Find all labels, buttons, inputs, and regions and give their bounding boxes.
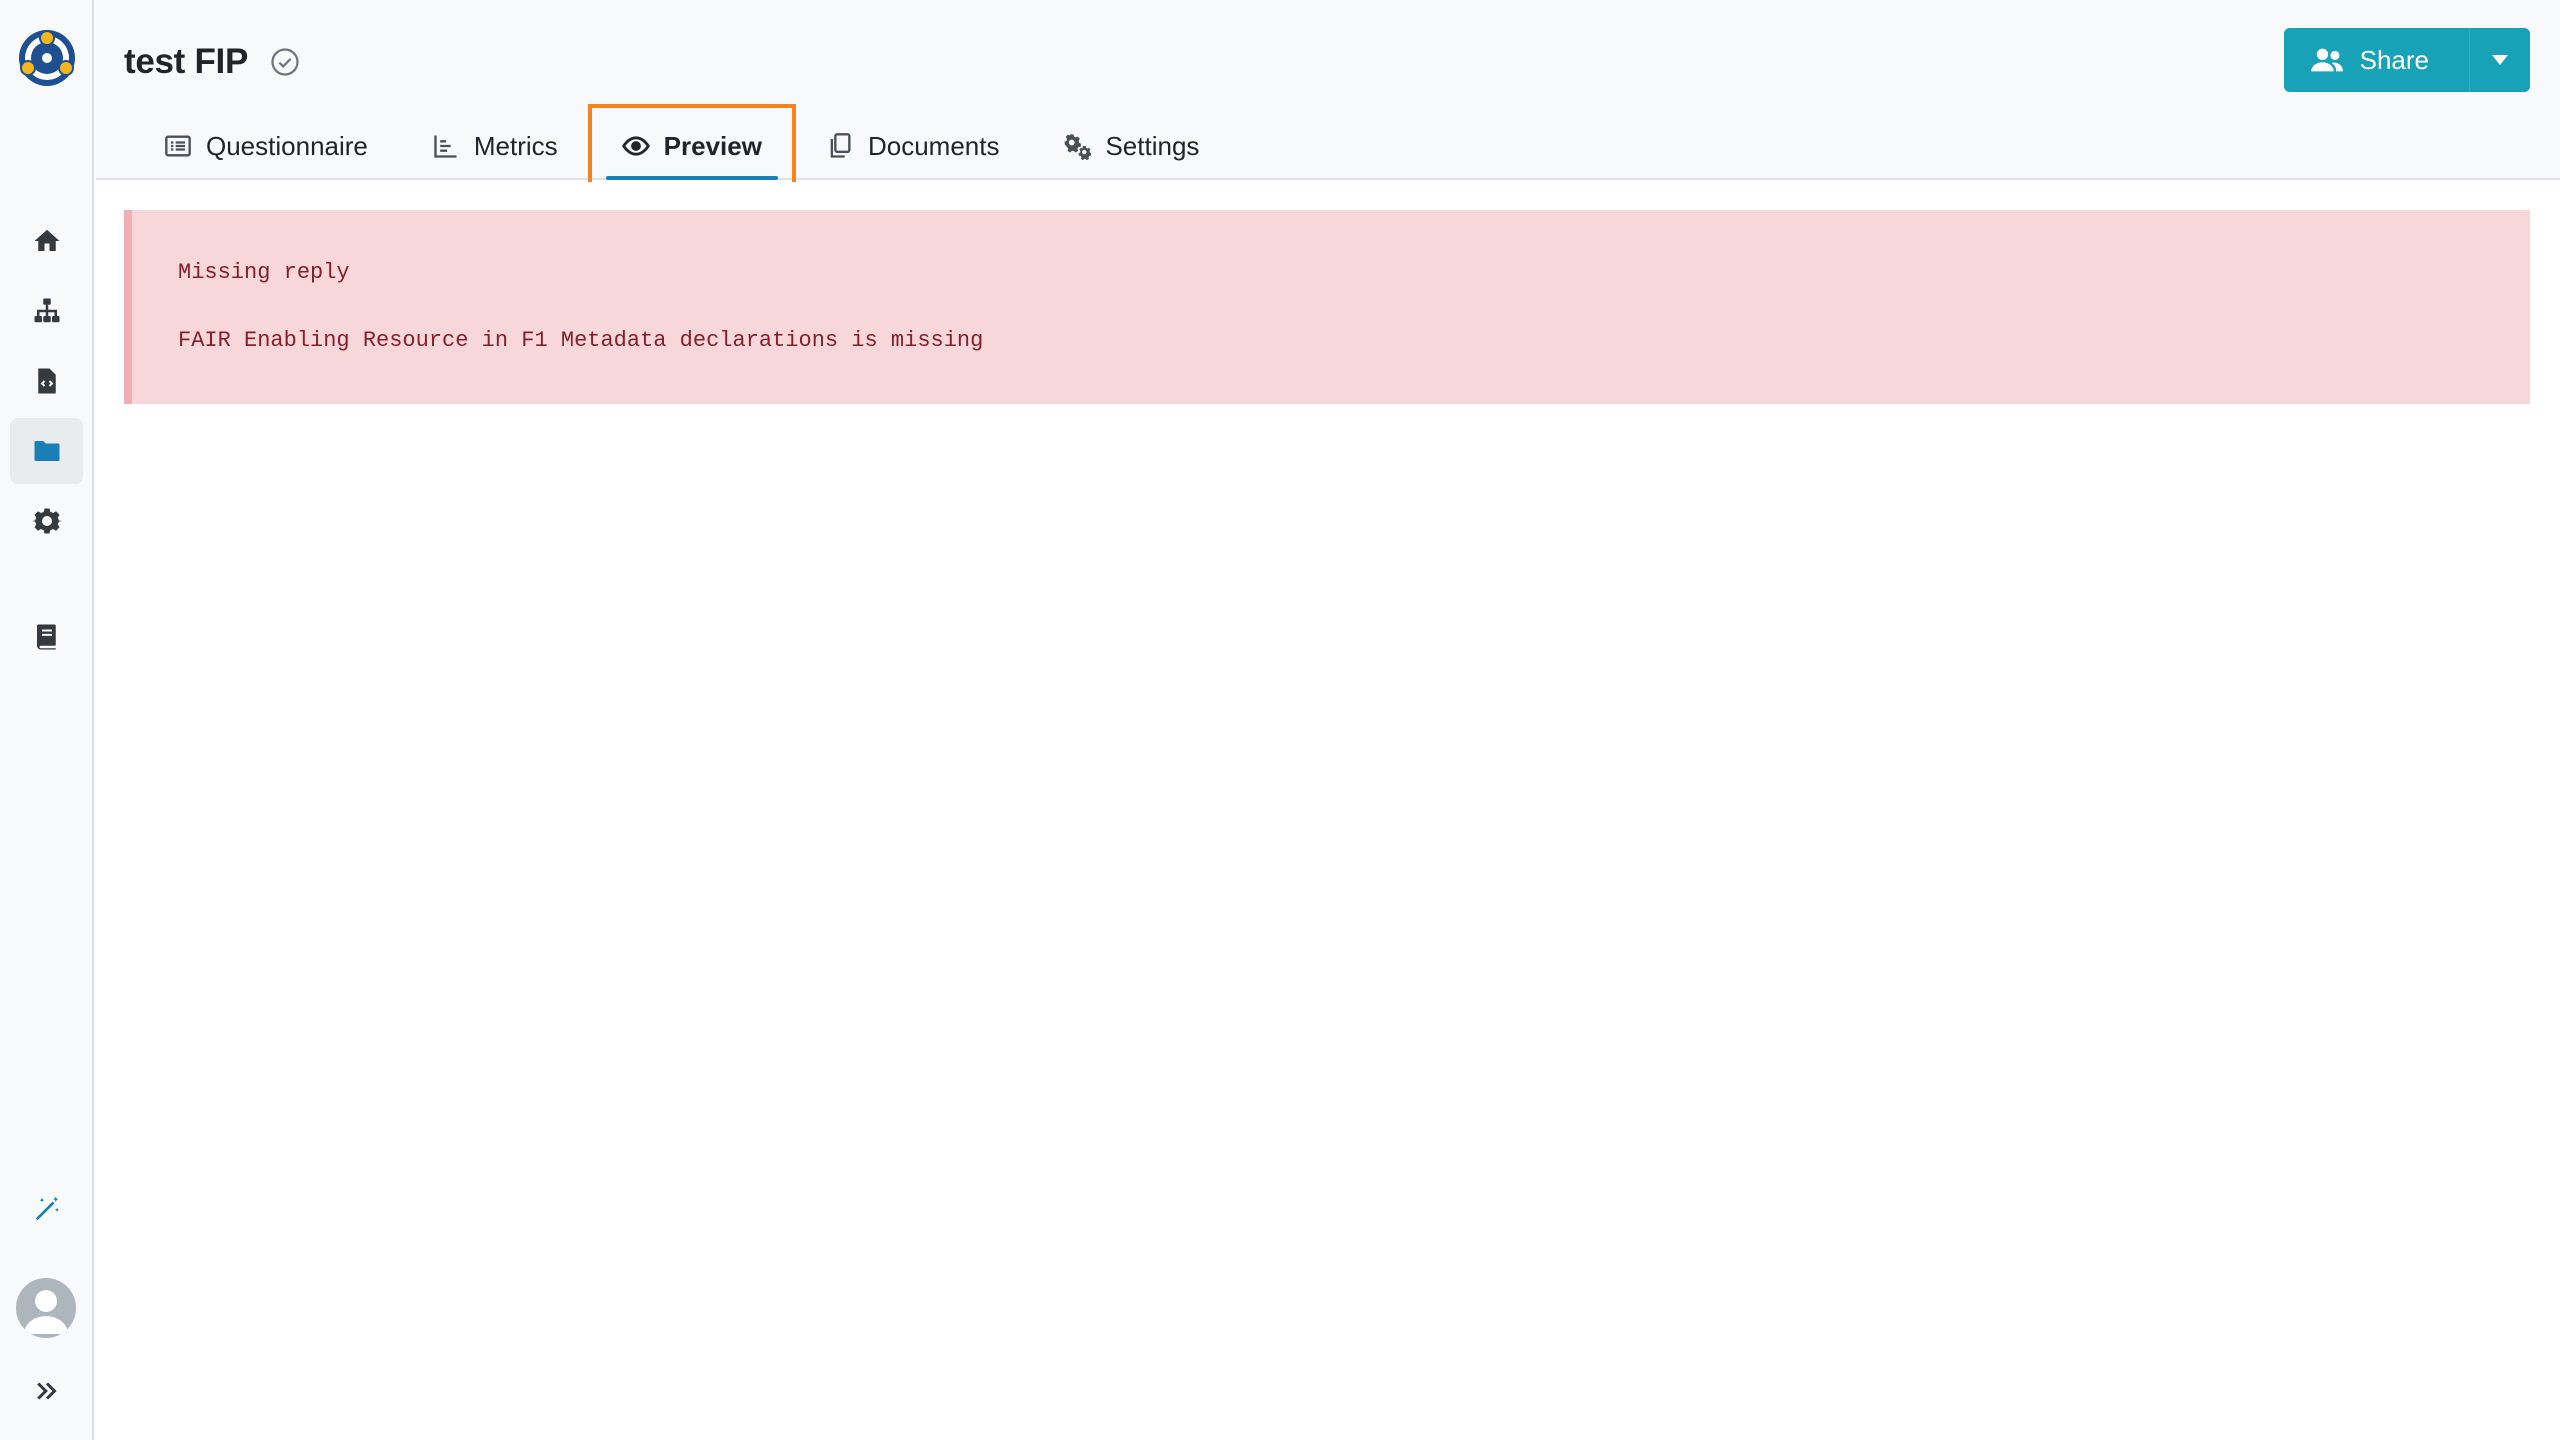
title-row: test FIP <box>124 34 300 90</box>
share-button[interactable]: Share <box>2283 28 2470 92</box>
preview-panel: Missing reply FAIR Enabling Resource in … <box>96 182 2560 1440</box>
sidebar-item-documentation[interactable] <box>10 604 83 670</box>
sidebar-item-ai-assistant[interactable] <box>10 1176 83 1242</box>
tab-documents[interactable]: Documents <box>794 114 1032 178</box>
gears-icon <box>1064 134 1092 160</box>
sidebar <box>0 0 94 1440</box>
app-window: test FIP Share Questionnaire Metrics Pre… <box>0 0 2560 1440</box>
project-tabs: Questionnaire Metrics Preview Documents … <box>132 104 1231 186</box>
caret-down-icon <box>2492 55 2508 65</box>
tab-metrics[interactable]: Metrics <box>400 114 590 178</box>
sidebar-item-knowledge-models[interactable] <box>10 278 83 344</box>
tab-label: Preview <box>663 130 762 161</box>
check-circle-icon <box>270 47 300 77</box>
list-icon <box>165 135 191 157</box>
tab-label: Settings <box>1105 130 1200 161</box>
error-alert: Missing reply FAIR Enabling Resource in … <box>124 210 2530 404</box>
tab-label: Questionnaire <box>206 130 368 161</box>
chart-bar-icon <box>434 135 457 158</box>
gear-icon <box>31 508 62 534</box>
share-dropdown-toggle[interactable] <box>2470 28 2530 92</box>
file-code-icon <box>37 368 56 394</box>
tab-settings[interactable]: Settings <box>1031 114 1231 178</box>
tab-questionnaire[interactable]: Questionnaire <box>132 114 400 178</box>
user-avatar[interactable] <box>16 1278 76 1338</box>
app-logo-icon[interactable] <box>17 28 77 88</box>
page-title: test FIP <box>124 42 249 81</box>
alert-line: FAIR Enabling Resource in F1 Metadata de… <box>178 328 984 353</box>
tab-label: Metrics <box>473 130 558 161</box>
tab-label: Documents <box>867 130 1000 161</box>
sidebar-item-home[interactable] <box>10 208 83 274</box>
eye-icon <box>621 136 650 156</box>
alert-line: Missing reply <box>178 260 350 285</box>
folder-icon <box>34 441 59 461</box>
book-icon <box>36 624 56 650</box>
copy-icon <box>830 133 851 158</box>
share-label: Share <box>2359 44 2429 75</box>
sitemap-icon <box>34 298 59 323</box>
tab-preview[interactable]: Preview <box>587 104 796 186</box>
sidebar-item-projects[interactable] <box>10 418 83 484</box>
sidebar-item-settings[interactable] <box>10 488 83 554</box>
users-icon <box>2310 48 2343 72</box>
sidebar-item-document-templates[interactable] <box>10 348 83 414</box>
home-icon <box>34 229 59 251</box>
sidebar-expand-button[interactable] <box>10 1358 83 1424</box>
expand-chevrons-icon <box>36 1382 57 1400</box>
project-header: test FIP Share Questionnaire Metrics Pre… <box>96 0 2560 186</box>
share-button-group: Share <box>2283 28 2530 92</box>
magic-wand-icon <box>35 1196 59 1221</box>
